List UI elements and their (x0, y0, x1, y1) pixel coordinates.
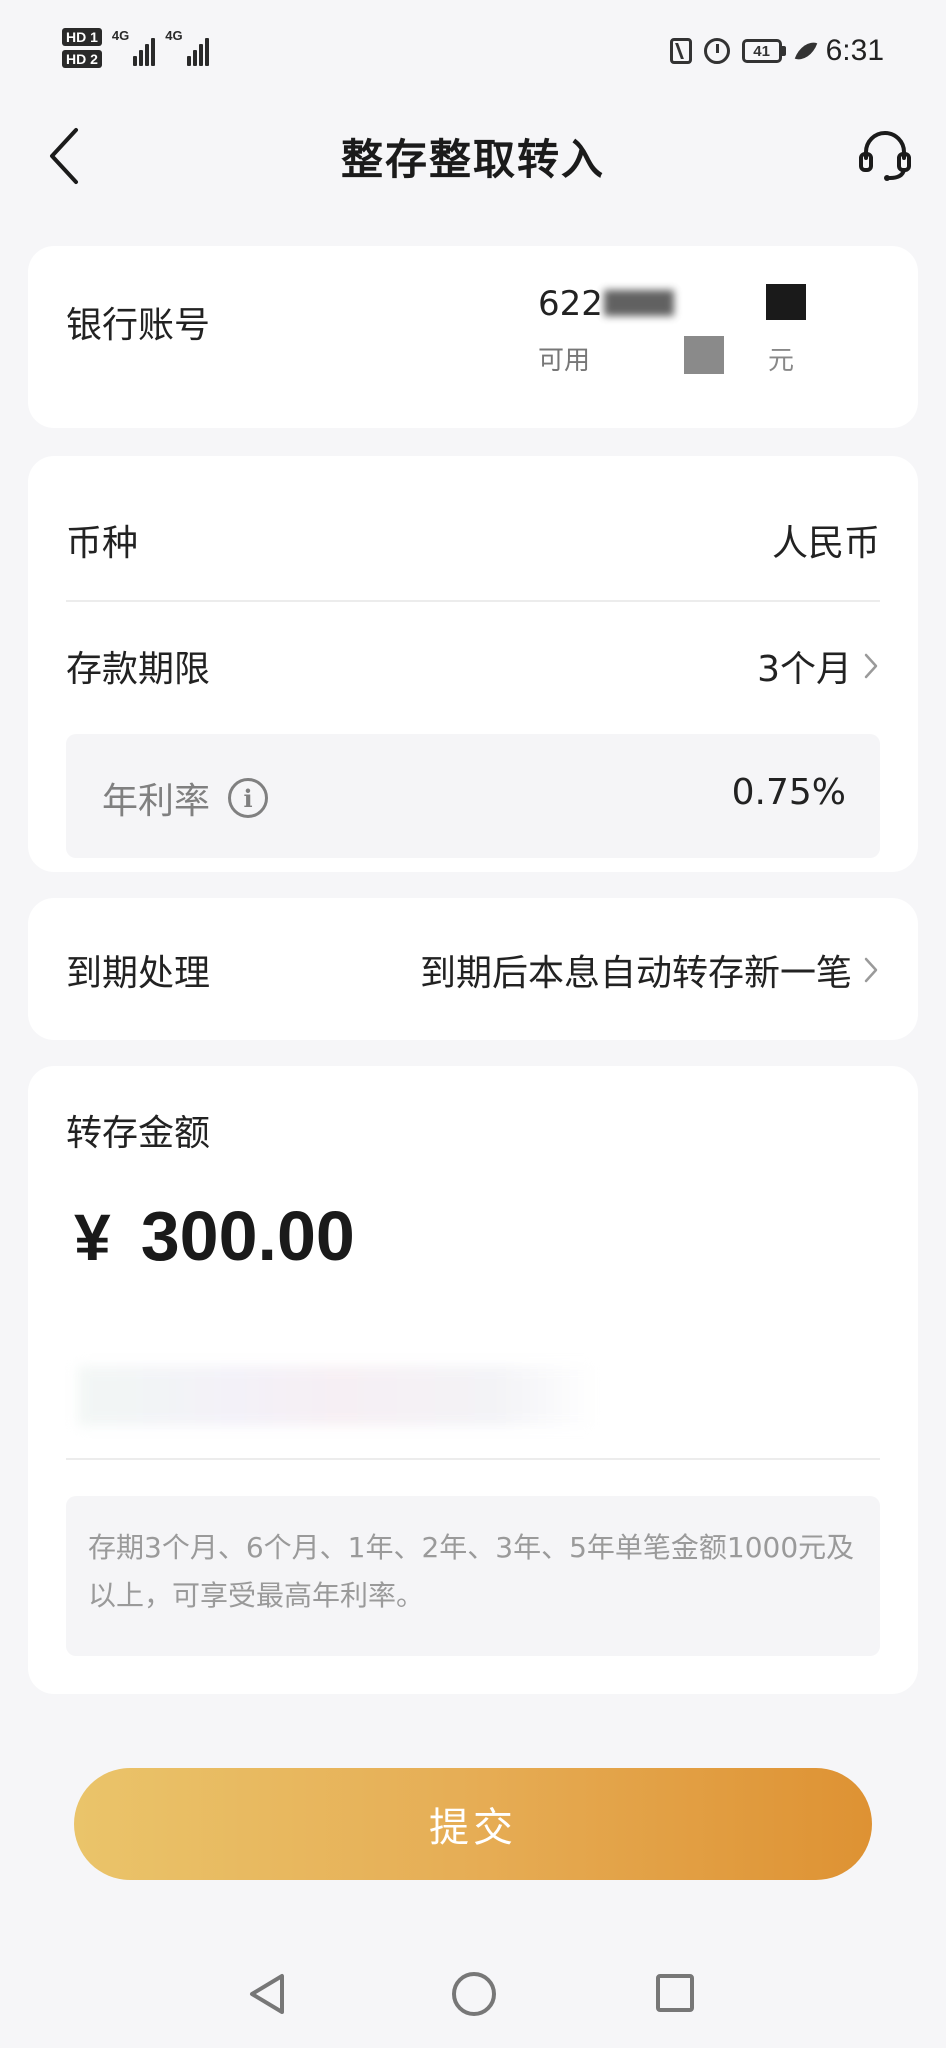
account-number-mask-2 (766, 284, 806, 320)
nav-home-icon[interactable] (452, 1972, 496, 2016)
maturity-row[interactable]: 到期处理 到期后本息自动转存新一笔 (66, 944, 880, 996)
header: 整存整取转入 (0, 104, 946, 204)
chevron-right-icon (864, 957, 878, 983)
account-number: 622 (538, 284, 603, 324)
nav-recent-icon[interactable] (656, 1974, 694, 2012)
nav-back-icon[interactable] (246, 1972, 290, 2016)
info-icon[interactable]: i (228, 778, 269, 818)
currency-label: 币种 (66, 523, 139, 564)
network-2-label: 4G (165, 28, 183, 43)
currency-symbol: ¥ (74, 1200, 111, 1274)
sim-indicators: HD 1 HD 2 (62, 28, 102, 68)
amount-label: 转存金额 (66, 1113, 211, 1154)
amount-input[interactable]: ¥ 300.00 (74, 1196, 355, 1276)
system-nav-bar (0, 1950, 946, 2048)
maturity-card: 到期处理 到期后本息自动转存新一笔 (28, 898, 918, 1040)
note-text: 存期3个月、6个月、1年、2年、3年、5年单笔金额1000元及以上，可享受最高年… (88, 1531, 855, 1612)
currency-value: 人民币 (771, 523, 880, 564)
available-balance-mask (684, 336, 724, 374)
alarm-icon (703, 38, 730, 64)
status-left: HD 1 HD 2 4G 4G (62, 28, 209, 68)
amount-card: 转存金额 ¥ 300.00 存期3个月、6个月、1年、2年、3年、5年单笔金额1… (28, 1066, 918, 1694)
network-1-label: 4G (111, 28, 130, 43)
maturity-value: 到期后本息自动转存新一笔 (419, 953, 852, 994)
battery-level: 41 (741, 39, 782, 63)
chevron-right-icon (864, 653, 878, 679)
sim2-badge: HD 2 (62, 50, 102, 68)
note-box: 存期3个月、6个月、1年、2年、3年、5年单笔金额1000元及以上，可享受最高年… (66, 1496, 880, 1656)
term-value: 3个月 (757, 649, 852, 690)
status-right: 41 6:31 (669, 34, 884, 68)
account-info[interactable]: 622 可用 元 (538, 284, 858, 376)
status-bar: HD 1 HD 2 4G 4G 41 6:31 (0, 0, 946, 104)
rate-box: 年利率 i 0.75% (66, 734, 880, 858)
nfc-icon (669, 38, 692, 64)
signal-2-icon: 4G (165, 28, 209, 66)
amount-value: 300.00 (140, 1197, 355, 1275)
term-label: 存款期限 (66, 649, 211, 690)
term-value-group: 3个月 (757, 640, 880, 692)
eco-leaf-icon (794, 37, 817, 65)
clock: 6:31 (825, 34, 884, 67)
rate-value: 0.75% (731, 772, 846, 813)
term-row[interactable]: 存款期限 3个月 (66, 640, 880, 692)
customer-service-icon[interactable] (856, 126, 914, 184)
account-label: 银行账号 (66, 305, 211, 346)
divider (66, 600, 880, 602)
battery-icon: 41 (741, 39, 786, 63)
rate-label: 年利率 (102, 781, 211, 822)
account-card: 银行账号 622 可用 元 (28, 246, 918, 428)
submit-button[interactable]: 提交 (74, 1768, 872, 1880)
available-balance-suffix: 元 (768, 346, 795, 376)
available-balance-prefix: 可用 (538, 346, 591, 376)
sim1-badge: HD 1 (62, 28, 102, 46)
maturity-label: 到期处理 (66, 953, 211, 994)
signal-1-icon: 4G (111, 28, 156, 66)
divider (66, 1458, 880, 1460)
blurred-hint (78, 1366, 598, 1426)
account-number-mask (604, 290, 674, 316)
page-title: 整存整取转入 (340, 135, 605, 184)
currency-row: 币种 人民币 (66, 514, 880, 566)
maturity-value-group: 到期后本息自动转存新一笔 (420, 944, 880, 996)
deposit-details-card: 币种 人民币 存款期限 3个月 年利率 i 0.75% (28, 456, 918, 872)
rate-label-group: 年利率 i (102, 772, 269, 824)
